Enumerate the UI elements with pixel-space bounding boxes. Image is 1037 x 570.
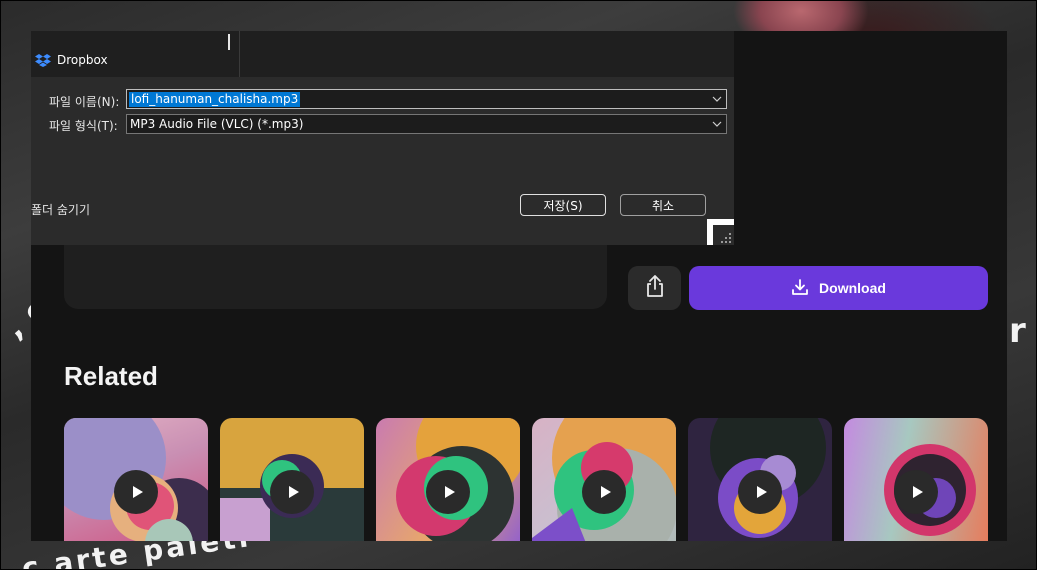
pane-splitter[interactable] xyxy=(239,31,240,77)
play-button[interactable] xyxy=(270,470,314,514)
cancel-button[interactable]: 취소 xyxy=(620,194,706,216)
play-button[interactable] xyxy=(114,470,158,514)
save-button[interactable]: 저장(S) xyxy=(520,194,606,216)
background-photo-text: r xyxy=(1009,311,1027,351)
related-track-card[interactable] xyxy=(64,418,208,541)
screen-frame: , c r c arte paleti Download Related Dro… xyxy=(0,0,1037,570)
resize-cursor-icon xyxy=(228,34,230,50)
dropbox-icon xyxy=(35,54,51,67)
play-icon xyxy=(288,486,299,498)
related-track-card[interactable] xyxy=(688,418,832,541)
save-as-dialog: Dropbox 파일 이름(N): lofi_hanuman_chalisha.… xyxy=(31,31,734,245)
play-button[interactable] xyxy=(738,470,782,514)
related-track-card[interactable] xyxy=(844,418,988,541)
nav-item-dropbox[interactable]: Dropbox xyxy=(35,53,108,67)
play-icon xyxy=(756,486,767,498)
download-icon xyxy=(791,278,809,299)
related-track-card[interactable] xyxy=(376,418,520,541)
chevron-down-icon[interactable] xyxy=(712,93,722,107)
play-button[interactable] xyxy=(426,470,470,514)
filetype-value: MP3 Audio File (VLC) (*.mp3) xyxy=(130,117,304,131)
nav-item-label: Dropbox xyxy=(57,53,108,67)
download-button[interactable]: Download xyxy=(689,266,988,310)
play-icon xyxy=(444,486,455,498)
related-track-card[interactable] xyxy=(532,418,676,541)
chevron-down-icon[interactable] xyxy=(712,118,722,132)
filename-input[interactable]: lofi_hanuman_chalisha.mp3 xyxy=(126,89,727,109)
play-icon xyxy=(132,486,143,498)
share-icon xyxy=(645,274,665,302)
play-button[interactable] xyxy=(582,470,626,514)
resize-grip[interactable] xyxy=(707,219,734,245)
download-label: Download xyxy=(819,280,886,296)
hide-folders-toggle[interactable]: 폴더 숨기기 xyxy=(31,201,90,218)
filetype-label: 파일 형식(T): xyxy=(49,119,118,133)
play-button[interactable] xyxy=(894,470,938,514)
related-track-card[interactable] xyxy=(220,418,364,541)
play-icon xyxy=(912,486,923,498)
related-tracks-row xyxy=(64,418,994,541)
filename-value: lofi_hanuman_chalisha.mp3 xyxy=(129,92,301,107)
filename-label: 파일 이름(N): xyxy=(49,95,120,109)
related-heading: Related xyxy=(64,361,158,391)
share-button[interactable] xyxy=(628,266,681,310)
navigation-pane xyxy=(31,31,734,77)
play-icon xyxy=(600,486,611,498)
filetype-select[interactable]: MP3 Audio File (VLC) (*.mp3) xyxy=(126,114,727,134)
resize-grip-icon xyxy=(721,233,731,243)
